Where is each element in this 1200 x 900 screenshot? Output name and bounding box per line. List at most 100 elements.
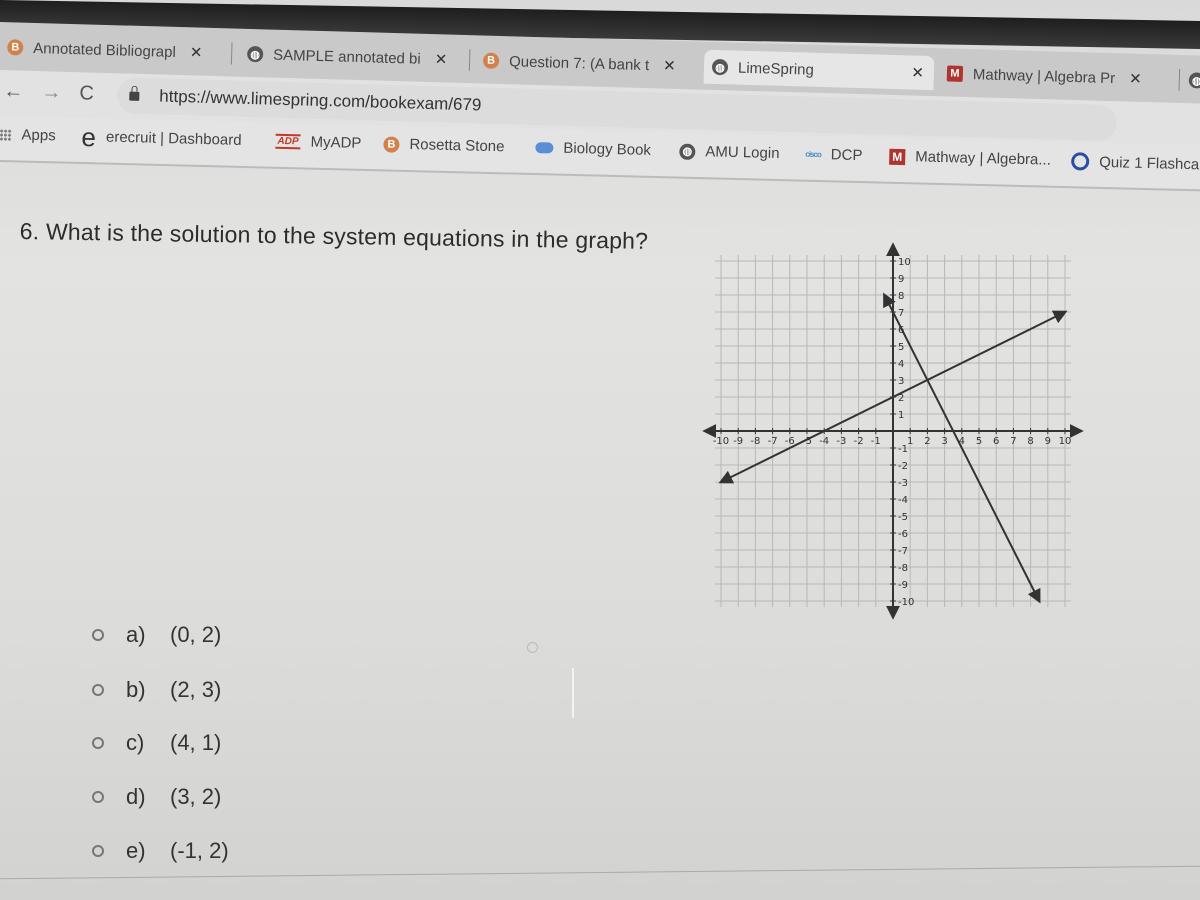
option-e[interactable]: e) (-1, 2) — [92, 838, 229, 864]
option-letter: a) — [126, 622, 146, 647]
b-icon: B — [482, 52, 500, 69]
tab-label: LimeSpring — [737, 59, 815, 79]
option-letter: e) — [126, 838, 146, 863]
bookmark-mathway[interactable]: M Mathway | Algebra... — [889, 148, 1051, 169]
tab-annotated-bibliography[interactable]: B Annotated Bibliograpl ✕ — [0, 30, 203, 70]
x-tick-label: -2 — [854, 436, 864, 447]
y-tick-label: 10 — [898, 257, 911, 268]
y-tick-label: 8 — [898, 291, 904, 302]
e-icon: e — [81, 121, 97, 152]
option-c[interactable]: c) (4, 1) — [92, 730, 221, 756]
option-d[interactable]: d) (3, 2) — [92, 784, 221, 810]
bookmark-rosetta-stone[interactable]: B Rosetta Stone — [383, 135, 505, 156]
radio-button[interactable] — [92, 629, 104, 641]
x-tick-label: 8 — [1027, 436, 1033, 447]
adp-icon: ADP — [275, 133, 301, 150]
x-tick-label: -3 — [836, 436, 846, 447]
bookmark-label: erecruit | Dashboard — [105, 128, 242, 149]
option-value: (-1, 2) — [170, 838, 229, 863]
bookmark-label: Apps — [21, 126, 56, 145]
cursor-indicator — [527, 642, 538, 653]
option-b[interactable]: b) (2, 3) — [92, 677, 221, 703]
tab-label: Annotated Bibliograpl — [33, 39, 177, 61]
y-tick-label: 5 — [898, 342, 904, 353]
forward-icon[interactable]: → — [41, 81, 62, 105]
bookmark-label: Rosetta Stone — [409, 136, 505, 156]
option-value: (2, 3) — [170, 677, 222, 702]
bookmark-erecruit[interactable]: e erecruit | Dashboard — [81, 121, 242, 152]
x-tick-label: -1 — [871, 436, 881, 447]
x-tick-label: 2 — [924, 436, 930, 447]
lock-icon — [129, 91, 140, 101]
tab-label: Mathway | Algebra Pr — [972, 65, 1116, 87]
mathway-icon: M — [946, 65, 964, 82]
bookmark-apps[interactable]: Apps — [0, 126, 56, 144]
graph-svg: -10 -9 -8 -7 -6 -5 -4 -3 -2 -1 1 2 3 4 5 6 7 8 9 10-10-9-8-… — [702, 242, 1084, 620]
globe-icon: ◍ — [246, 45, 264, 63]
close-icon[interactable]: ✕ — [911, 63, 924, 81]
b-icon: B — [383, 135, 400, 153]
b-icon: B — [7, 39, 24, 56]
y-tick-label: -4 — [898, 495, 908, 506]
x-tick-label: 5 — [976, 436, 982, 447]
x-tick-label: 3 — [941, 436, 947, 447]
globe-icon: ◍ — [679, 143, 696, 160]
y-tick-label: -6 — [898, 529, 908, 540]
bookmark-myadp[interactable]: ADP MyADP — [275, 133, 362, 152]
x-tick-label: 6 — [993, 436, 999, 447]
page-content: 6. What is the solution to the system eq… — [0, 170, 1200, 900]
tab-mathway[interactable]: M Mathway | Algebra Pr ✕ — [938, 56, 1142, 96]
option-letter: d) — [126, 784, 146, 809]
radio-button[interactable] — [92, 684, 104, 696]
bookmark-dcp[interactable]: cisco DCP — [805, 146, 863, 165]
radio-button[interactable] — [92, 737, 104, 749]
question-text: 6. What is the solution to the system eq… — [19, 218, 649, 254]
close-icon[interactable]: ✕ — [434, 50, 447, 68]
option-value: (3, 2) — [170, 784, 222, 809]
close-icon[interactable]: ✕ — [190, 43, 203, 61]
bookmark-label: Mathway | Algebra... — [915, 148, 1052, 169]
x-tick-label: 7 — [1010, 436, 1016, 447]
bookmark-label: DCP — [830, 146, 863, 165]
tab-sample-annotated[interactable]: ◍ SAMPLE annotated bi ✕ — [239, 37, 448, 77]
option-a[interactable]: a) (0, 2) — [92, 622, 221, 648]
y-tick-label: 1 — [898, 410, 904, 421]
tab-label: Question 7: (A bank t — [508, 52, 650, 74]
new-tab-globe[interactable]: ◍ — [1180, 63, 1200, 98]
tab-separator — [468, 49, 471, 72]
tab-question-7[interactable]: B Question 7: (A bank t ✕ — [475, 43, 677, 83]
close-icon[interactable]: ✕ — [663, 57, 676, 75]
glare-stripe — [572, 668, 574, 718]
bookmark-label: Biology Book — [563, 139, 652, 159]
coordinate-graph: -10 -9 -8 -7 -6 -5 -4 -3 -2 -1 1 2 3 4 5 6 7 8 9 10 -10 -9 -8-… — [700, 225, 1100, 625]
option-value: (4, 1) — [170, 730, 222, 755]
apps-grid-icon — [0, 128, 12, 141]
y-tick-label: 9 — [898, 274, 904, 285]
option-value: (0, 2) — [170, 622, 222, 647]
bookmark-biology-book[interactable]: Biology Book — [535, 139, 651, 159]
reload-icon[interactable]: C — [79, 82, 94, 105]
mathway-icon: M — [889, 148, 906, 165]
bookmark-amu-login[interactable]: ◍ AMU Login — [679, 143, 780, 162]
x-tick-label: -10 — [713, 436, 729, 447]
option-letter: b) — [126, 677, 146, 702]
quizlet-icon — [1070, 152, 1090, 171]
radio-button[interactable] — [92, 845, 104, 857]
cisco-icon: cisco — [805, 149, 821, 160]
x-tick-label: 9 — [1045, 436, 1051, 447]
globe-icon: ◍ — [711, 58, 729, 76]
x-tick-label: 10 — [1059, 436, 1072, 447]
bookmark-label: AMU Login — [705, 143, 780, 163]
bookmark-label: MyADP — [310, 133, 362, 152]
tab-limespring[interactable]: ◍ LimeSpring ✕ — [703, 49, 935, 91]
back-icon[interactable]: ← — [3, 80, 24, 104]
tab-separator — [230, 42, 233, 65]
y-tick-label: 7 — [898, 308, 904, 319]
globe-icon: ◍ — [1188, 72, 1200, 89]
x-tick-label: -8 — [750, 436, 760, 447]
close-icon[interactable]: ✕ — [1129, 70, 1142, 88]
radio-button[interactable] — [92, 791, 104, 803]
url-text: https://www.limespring.com/bookexam/679 — [159, 86, 482, 115]
x-tick-label: -9 — [733, 436, 743, 447]
y-tick-label: -10 — [898, 597, 914, 608]
